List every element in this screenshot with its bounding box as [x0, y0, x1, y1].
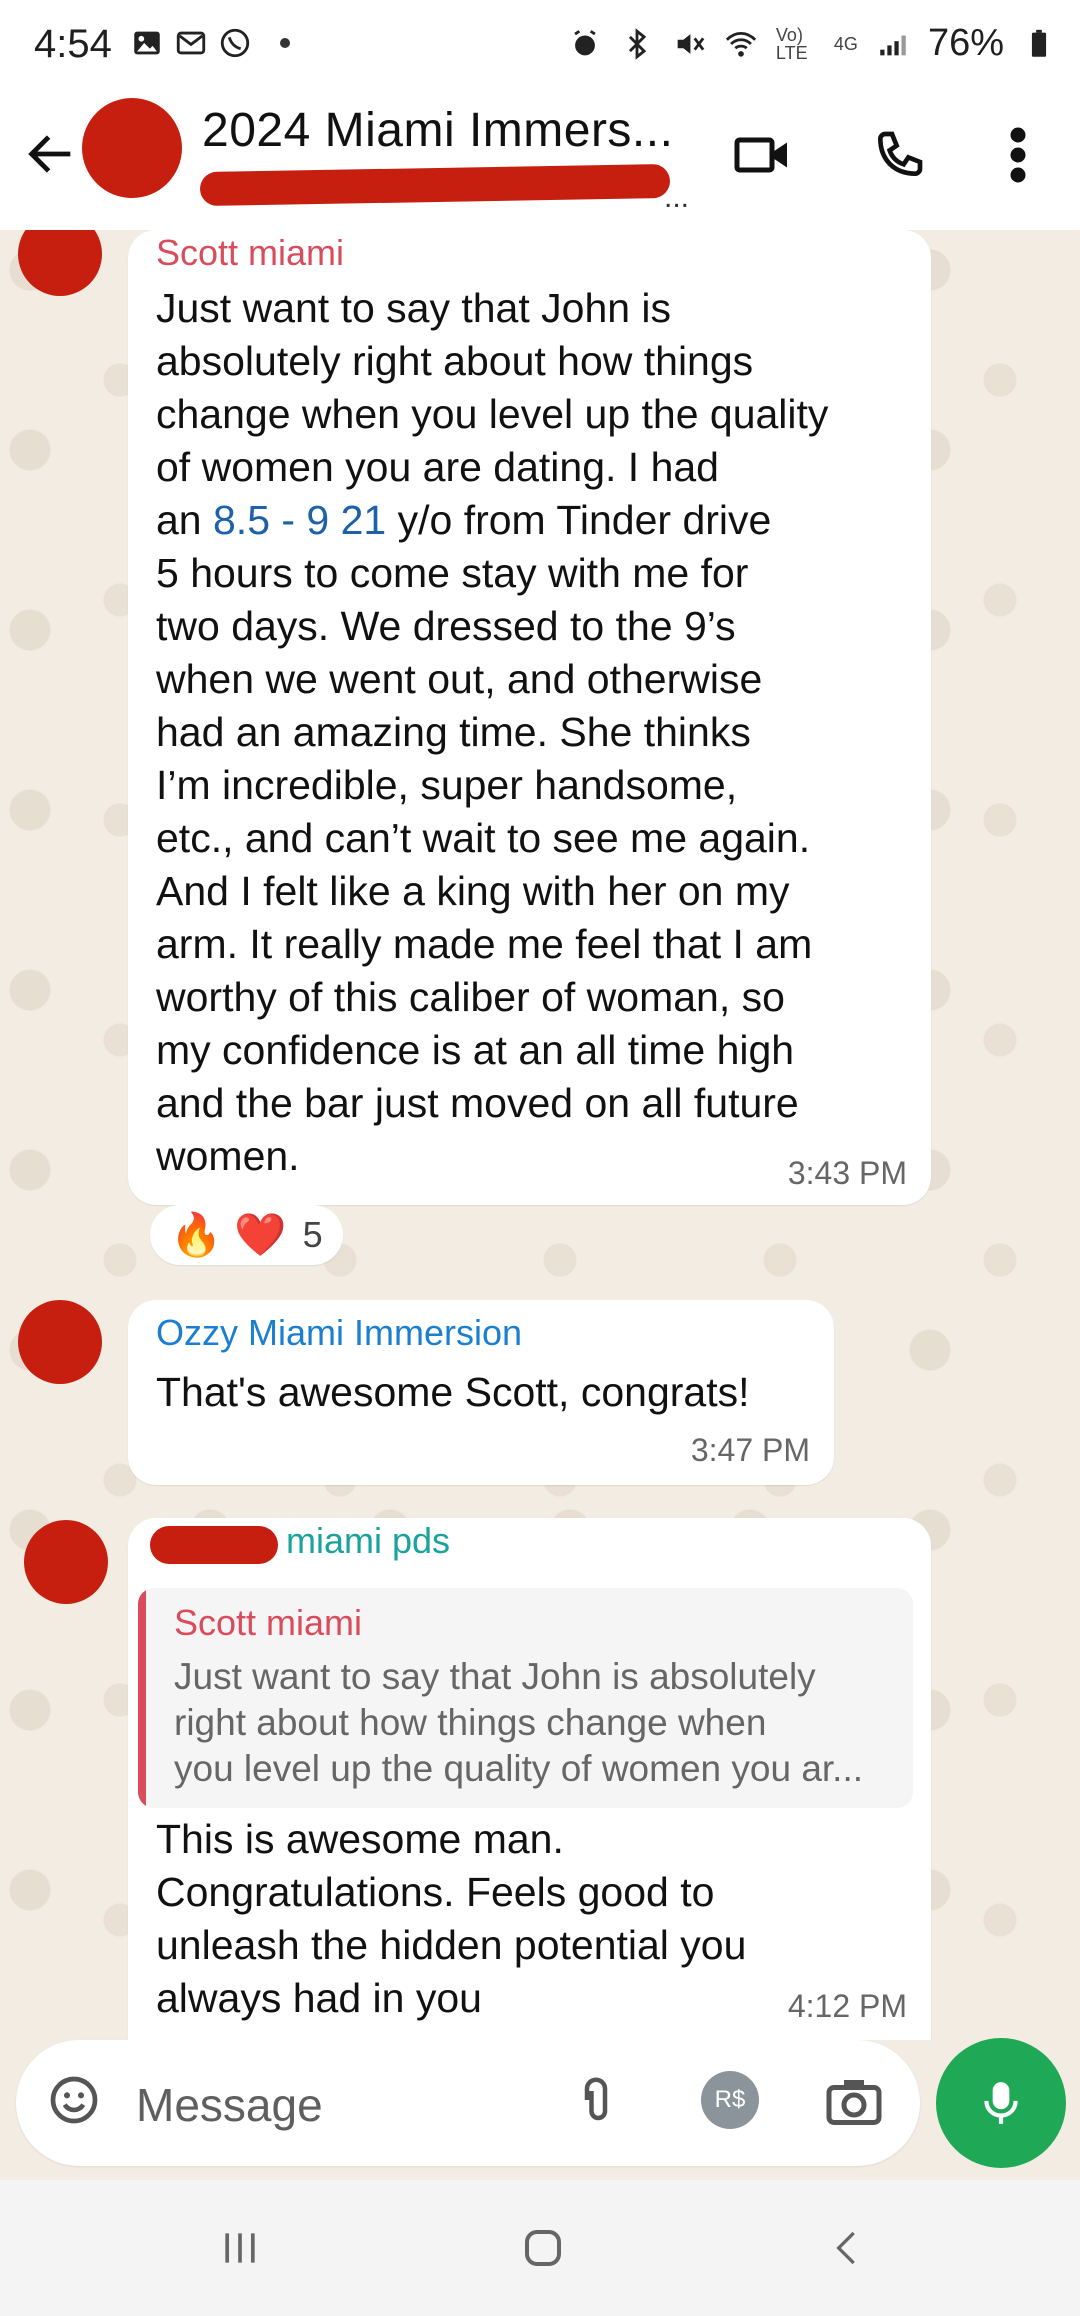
network-generation: 4G	[833, 33, 858, 54]
quote-line: right about how things change when	[174, 1702, 767, 1743]
reaction-pill[interactable]: 🔥 ❤️ 5	[150, 1205, 343, 1265]
message-text: That's awesome Scott, congrats!	[156, 1369, 750, 1415]
sender-avatar[interactable]	[18, 230, 102, 296]
text-line: 5 hours to come stay with me for	[156, 550, 749, 596]
chat-area[interactable]: Scott miami Just want to say that John i…	[0, 230, 1080, 2040]
text-line: absolutely right about how things	[156, 338, 754, 384]
sender-avatar[interactable]	[18, 1300, 102, 1384]
status-right-icons: Vo) LTE 4G 76%	[568, 22, 1056, 65]
group-avatar[interactable]	[82, 98, 182, 198]
camera-icon	[826, 2080, 882, 2125]
message-bubble[interactable]: miami pds Scott miami Just want to say t…	[128, 1518, 931, 2040]
text-line: This is awesome man.	[156, 1816, 564, 1862]
battery-icon	[1031, 29, 1047, 57]
quote-line: Just want to say that John is absolutely	[174, 1656, 816, 1697]
quoted-text: Just want to say that John is absolutely…	[174, 1654, 894, 1792]
text-line: had an amazing time. She thinks	[156, 709, 751, 755]
text-line: I’m incredible, super handsome,	[156, 762, 738, 808]
bluetooth-icon	[628, 27, 647, 60]
battery-percent: 76%	[927, 22, 1004, 64]
phone-call-icon	[877, 131, 923, 177]
whatsapp-icon	[220, 28, 250, 58]
wifi-icon	[725, 31, 757, 57]
paperclip-icon	[584, 2077, 608, 2121]
recents-button[interactable]	[205, 2218, 275, 2278]
text-line: arm. It really made me feel that I am	[156, 921, 813, 967]
text-line: unleash the hidden potential you	[156, 1922, 747, 1968]
text-line: my confidence is at an all time high	[156, 1027, 795, 1073]
more-vert-icon	[1010, 127, 1026, 183]
recents-icon	[225, 2233, 255, 2263]
text-line: Just want to say that John is	[156, 285, 672, 331]
video-call-icon	[734, 137, 787, 173]
quoted-message[interactable]: Scott miami Just want to say that John i…	[138, 1588, 913, 1808]
text-line: etc., and can’t wait to see me again.	[156, 815, 811, 861]
quoted-sender: Scott miami	[174, 1602, 363, 1643]
text-line: two days. We dressed to the 9’s	[156, 603, 736, 649]
sender-avatar[interactable]	[24, 1520, 108, 1604]
phone-number-link[interactable]: 8.5 - 9 21	[213, 497, 386, 543]
text-line: an 8.5 - 9 21 y/o from Tinder drive	[156, 494, 916, 547]
message-text: Just want to say that John is absolutely…	[156, 282, 916, 1183]
gmail-icon	[176, 31, 206, 55]
chat-title[interactable]: 2024 Miami Immers...	[202, 103, 712, 158]
sender-name[interactable]: Ozzy Miami Immersion	[156, 1312, 522, 1354]
heart-emoji-icon: ❤️	[234, 1210, 287, 1258]
voice-message-button[interactable]	[936, 2038, 1066, 2168]
back-nav-icon	[836, 2231, 855, 2265]
message-bubble[interactable]: Scott miami Just want to say that John i…	[128, 230, 931, 1205]
payment-button[interactable]: R$	[700, 2070, 760, 2130]
alarm-icon	[574, 29, 596, 55]
microphone-icon	[984, 2082, 1018, 2124]
network-type: Vo) LTE	[775, 24, 808, 63]
attach-button[interactable]	[566, 2070, 626, 2130]
reaction-count: 5	[302, 1214, 323, 1255]
chat-header: 2024 Miami Immers... ...	[0, 95, 1080, 230]
redacted-members	[199, 163, 671, 207]
message-composer: Message R$	[16, 2040, 920, 2166]
text-segment: y/o from Tinder drive	[386, 497, 772, 543]
quote-bar	[138, 1588, 146, 1808]
payment-icon: R$	[701, 2071, 759, 2129]
text-segment: an	[156, 497, 213, 543]
text-line: worthy of this caliber of woman, so	[156, 974, 785, 1020]
sender-name[interactable]: miami pds	[286, 1520, 450, 1562]
quote-line: you level up the quality of women you ar…	[174, 1748, 864, 1789]
back-nav-button[interactable]	[812, 2218, 882, 2278]
text-line: And I felt like a king with her on my	[156, 868, 790, 914]
gallery-icon	[134, 31, 160, 55]
camera-button[interactable]	[824, 2070, 884, 2130]
home-button[interactable]	[508, 2218, 578, 2278]
back-arrow-icon[interactable]	[22, 125, 80, 183]
emoji-icon	[50, 2076, 98, 2124]
mute-icon	[677, 33, 705, 54]
message-time: 4:12 PM	[787, 1988, 907, 2024]
text-line: and the bar just moved on all future	[156, 1080, 799, 1126]
text-line: Congratulations. Feels good to	[156, 1869, 715, 1915]
status-time: 4:54	[34, 22, 112, 66]
notification-dot	[280, 38, 290, 48]
status-notification-icons	[130, 26, 290, 60]
status-bar: 4:54 Vo) LTE 4G 76%	[0, 0, 1080, 95]
payment-label: R$	[714, 2086, 746, 2113]
emoji-button[interactable]	[44, 2070, 104, 2130]
system-nav-bar	[0, 2180, 1080, 2316]
message-time: 3:47 PM	[690, 1432, 810, 1468]
message-bubble[interactable]: Ozzy Miami Immersion That's awesome Scot…	[128, 1300, 834, 1485]
text-line: when we went out, and otherwise	[156, 656, 763, 702]
redacted-sender-name	[150, 1526, 278, 1564]
home-icon	[525, 2230, 561, 2266]
signal-icon	[880, 35, 906, 55]
voice-call-button[interactable]	[864, 120, 934, 190]
message-input[interactable]: Message	[136, 2078, 323, 2132]
text-line: change when you level up the quality	[156, 391, 829, 437]
fire-emoji-icon: 🔥	[170, 1210, 223, 1258]
text-line: of women you are dating. I had	[156, 444, 719, 490]
sender-name[interactable]: Scott miami	[156, 232, 344, 274]
more-options-button[interactable]	[983, 120, 1053, 190]
video-call-button[interactable]	[727, 120, 797, 190]
message-time: 3:43 PM	[787, 1155, 907, 1191]
subtitle-ellipsis: ...	[664, 181, 690, 214]
